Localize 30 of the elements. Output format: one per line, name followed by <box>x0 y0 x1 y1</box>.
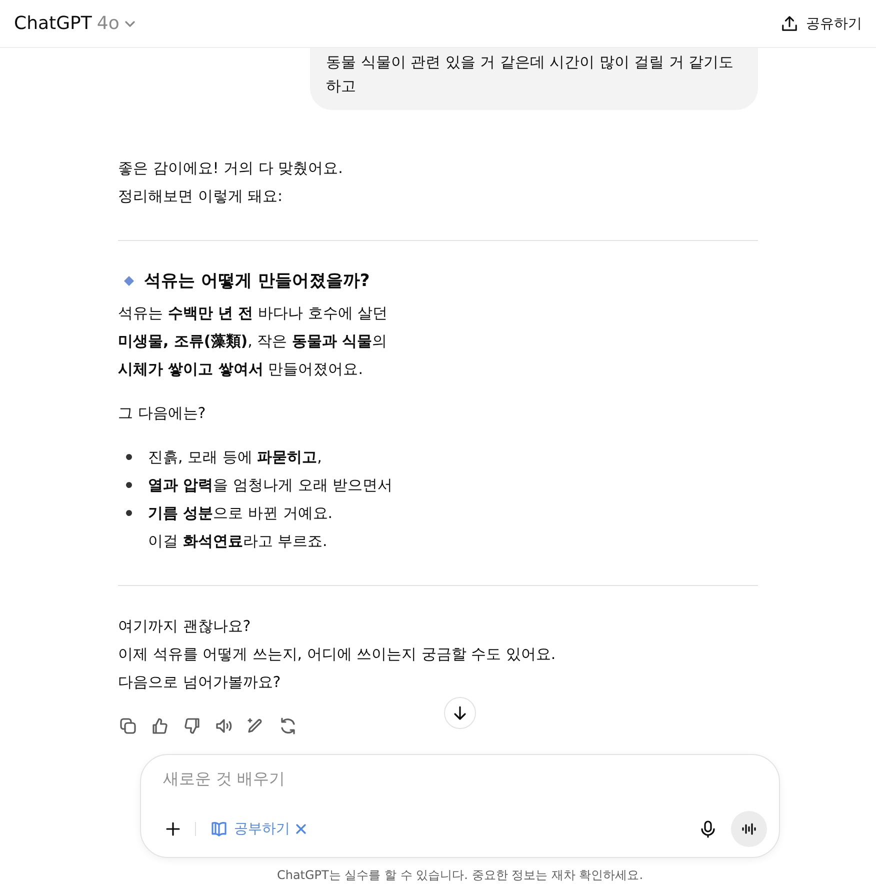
bullet-icon <box>126 454 132 460</box>
reply-paragraph: 석유는 수백만 년 전 바다나 호수에 살던 미생물, 조류(藻類), 작은 동물과 식물의 시체가 쌓이고 쌓여서 만들어졌어요. <box>118 303 389 380</box>
voice-mode-button[interactable] <box>731 811 767 847</box>
study-tool-chip[interactable]: 공부하기 <box>206 818 310 840</box>
model-selector[interactable]: ChatGPT 4o <box>14 13 136 34</box>
bullet-icon <box>126 510 132 516</box>
waveform-icon <box>741 821 757 837</box>
reply-paragraph: 그 다음에는? <box>118 403 207 424</box>
copy-icon[interactable] <box>118 716 138 736</box>
close-icon[interactable] <box>296 824 306 834</box>
thumbs-down-icon[interactable] <box>182 716 202 736</box>
book-icon <box>210 820 228 838</box>
message-input[interactable]: 새로운 것 배우기 <box>161 769 565 788</box>
reply-paragraph: 좋은 감이에요! 거의 다 맞췄어요. 정리해보면 이렇게 돼요: <box>118 158 344 207</box>
bullet-icon <box>126 482 132 488</box>
share-button[interactable]: 공유하기 <box>777 10 866 36</box>
list-item: 진흙, 모래 등에 파묻히고, <box>148 447 322 468</box>
disclaimer-text: ChatGPT는 실수를 할 수 있습니다. 중요한 정보는 재차 확인하세요. <box>276 867 644 883</box>
refresh-icon[interactable] <box>278 716 298 736</box>
scroll-down-button[interactable] <box>444 697 476 729</box>
list-item: 기름 성분으로 바뀐 거예요. 이걸 화석연료라고 부르죠. <box>148 503 333 552</box>
diamond-icon <box>124 276 134 286</box>
arrow-down-icon <box>452 705 468 721</box>
reply-paragraph: 여기까지 괜찮나요? 이제 석유를 어떻게 쓰는지, 어디에 쓰이는지 궁금할 수도 있어요. 다음으로 넘어가볼까요? <box>118 616 557 693</box>
plus-icon <box>165 821 181 837</box>
list-item: 열과 압력을 엄청나게 오래 받으면서 <box>148 475 393 496</box>
thumbs-up-icon[interactable] <box>150 716 170 736</box>
section-heading: 석유는 어떻게 만들어졌을까? <box>144 270 370 293</box>
upload-icon <box>781 15 798 32</box>
microphone-icon <box>699 820 717 838</box>
